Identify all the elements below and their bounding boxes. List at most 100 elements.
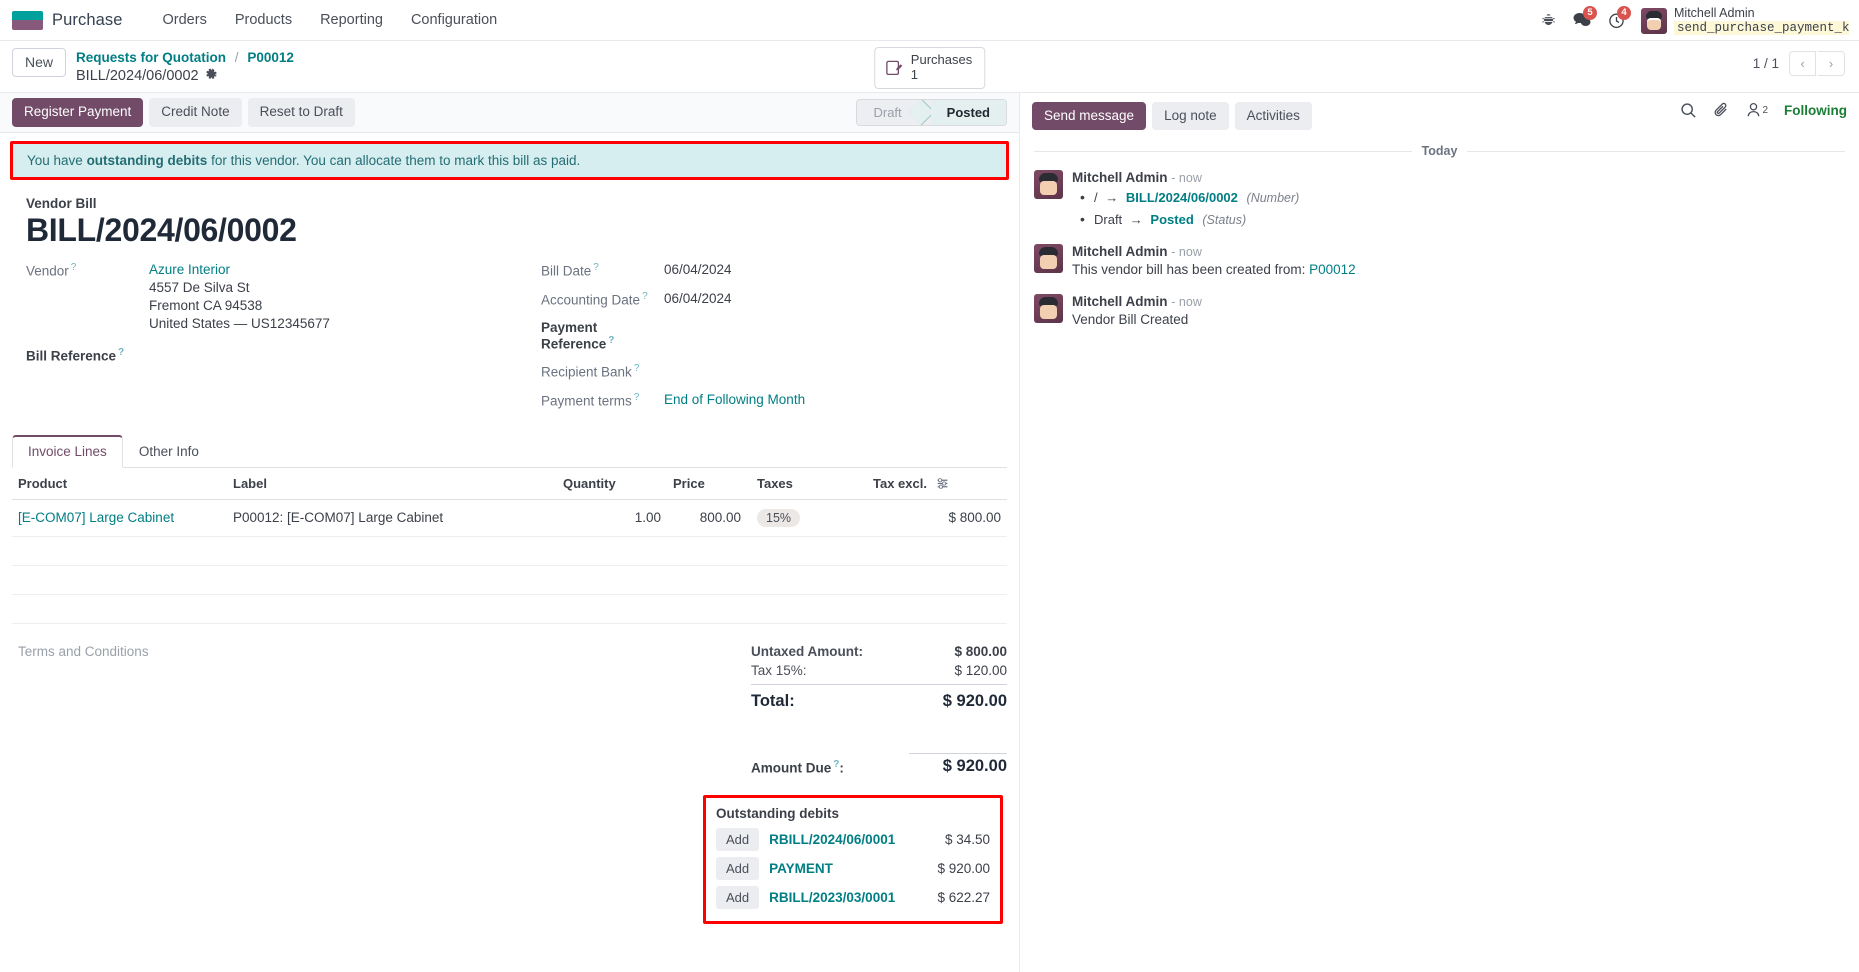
page-title: BILL/2024/06/0002: [26, 211, 297, 248]
untaxed-amount-row: Untaxed Amount: $ 800.00: [751, 642, 1007, 661]
alert-highlight-box: You have outstanding debits for this ven…: [10, 140, 1009, 180]
outstanding-row: Add RBILL/2024/06/0001 $ 34.50: [716, 825, 990, 854]
alert-strong: outstanding debits: [86, 152, 208, 168]
form-action-bar: Register Payment Credit Note Reset to Dr…: [0, 92, 1019, 133]
user-menu[interactable]: Mitchell Admin send_purchase_payment_kn…: [1641, 6, 1849, 35]
activities-button[interactable]: Activities: [1234, 101, 1312, 131]
amount-due-label-text: Amount Due: [751, 760, 832, 776]
help-icon[interactable]: ?: [634, 392, 640, 403]
line-quantity[interactable]: 1.00: [557, 499, 667, 537]
credit-note-button[interactable]: Credit Note: [149, 98, 242, 127]
following-button[interactable]: Following: [1784, 103, 1847, 118]
send-message-button[interactable]: Send message: [1032, 101, 1147, 131]
attachment-icon[interactable]: [1713, 102, 1730, 119]
column-header-label[interactable]: Label: [227, 467, 557, 500]
add-credit-button[interactable]: Add: [716, 885, 760, 909]
accounting-date-value[interactable]: 06/04/2024: [664, 290, 732, 308]
line-product-link[interactable]: [E-COM07] Large Cabinet: [18, 510, 174, 525]
table-row[interactable]: [E-COM07] Large Cabinet P00012: [E-COM07…: [12, 499, 1007, 537]
form-left-column: Vendor? Azure Interior 4557 De Silva St …: [26, 261, 541, 419]
payment-reference-label: Payment Reference?: [541, 319, 664, 352]
tab-invoice-lines[interactable]: Invoice Lines: [12, 434, 123, 468]
column-header-product[interactable]: Product: [12, 467, 227, 500]
table-empty-row: [12, 594, 1007, 624]
app-body: Register Payment Credit Note Reset to Dr…: [0, 92, 1859, 972]
reset-to-draft-button[interactable]: Reset to Draft: [247, 98, 355, 127]
chatter-message: Mitchell Admin - now / → BILL/2024/06/00…: [1020, 170, 1859, 244]
bill-date-value[interactable]: 06/04/2024: [664, 261, 732, 279]
user-name: Mitchell Admin: [1674, 6, 1755, 21]
bug-icon[interactable]: [1533, 6, 1563, 36]
outstanding-credit-name[interactable]: RBILL/2024/06/0001: [769, 832, 945, 847]
app-name[interactable]: Purchase: [52, 11, 123, 30]
messages-icon[interactable]: 5: [1567, 5, 1597, 36]
purchases-smart-button[interactable]: Purchases 1: [873, 47, 986, 89]
help-icon[interactable]: ?: [634, 363, 640, 374]
vendor-name-link[interactable]: Azure Interior: [149, 261, 330, 279]
payment-reference-field-row: Payment Reference?: [541, 319, 993, 352]
column-header-tax-excl[interactable]: Tax excl.: [867, 467, 1007, 500]
recipient-bank-label: Recipient Bank?: [541, 362, 664, 380]
status-stage-posted[interactable]: Posted: [930, 99, 1006, 125]
add-credit-button[interactable]: Add: [716, 827, 760, 851]
log-note-button[interactable]: Log note: [1152, 101, 1229, 131]
line-label[interactable]: P00012: [E-COM07] Large Cabinet: [227, 499, 557, 537]
tab-other-info[interactable]: Other Info: [123, 435, 215, 468]
line-price[interactable]: 800.00: [667, 499, 747, 537]
message-author[interactable]: Mitchell Admin: [1072, 244, 1168, 259]
followers-icon[interactable]: 2: [1746, 102, 1768, 118]
chatter-message: Mitchell Admin - now Vendor Bill Created: [1020, 293, 1859, 344]
register-payment-button[interactable]: Register Payment: [12, 98, 144, 127]
breadcrumb-root[interactable]: Requests for Quotation: [76, 50, 226, 65]
totals-block: Untaxed Amount: $ 800.00 Tax 15%: $ 120.…: [751, 642, 1007, 778]
vendor-field-row: Vendor? Azure Interior 4557 De Silva St …: [26, 261, 541, 332]
tracking-old-value: Draft: [1094, 211, 1123, 227]
clock-icon[interactable]: 4: [1601, 5, 1631, 36]
help-icon[interactable]: ?: [118, 347, 124, 358]
terms-and-conditions-input[interactable]: Terms and Conditions: [12, 642, 751, 778]
outstanding-credit-name[interactable]: PAYMENT: [769, 861, 937, 876]
nav-item-orders[interactable]: Orders: [149, 8, 221, 32]
help-icon[interactable]: ?: [71, 262, 77, 273]
outstanding-credit-name[interactable]: RBILL/2023/03/0001: [769, 890, 937, 905]
help-icon[interactable]: ?: [593, 262, 599, 273]
column-options-icon[interactable]: [931, 477, 949, 491]
column-header-taxes[interactable]: Taxes: [747, 467, 867, 500]
new-button[interactable]: New: [12, 48, 67, 77]
outstanding-debits-alert: You have outstanding debits for this ven…: [13, 143, 1006, 177]
message-timestamp: - now: [1171, 245, 1202, 260]
notebook: Invoice Lines Other Info Product Label Q…: [0, 434, 1019, 624]
breadcrumb-parent[interactable]: P00012: [247, 50, 294, 65]
message-author[interactable]: Mitchell Admin: [1072, 170, 1168, 185]
nav-item-products[interactable]: Products: [221, 8, 306, 32]
amount-due-suffix: :: [839, 760, 844, 776]
recipient-bank-field-row: Recipient Bank?: [541, 362, 993, 380]
nav-item-configuration[interactable]: Configuration: [397, 8, 511, 32]
invoice-lines-table: Product Label Quantity Price Taxes Tax e…: [12, 467, 1007, 624]
add-credit-button[interactable]: Add: [716, 856, 760, 880]
chatter-tools: 2 Following: [1680, 102, 1847, 119]
message-author[interactable]: Mitchell Admin: [1072, 294, 1168, 309]
outstanding-row: Add RBILL/2023/03/0001 $ 622.27: [716, 883, 990, 912]
bill-date-label: Bill Date?: [541, 261, 664, 279]
form-sheet: Vendor Bill BILL/2024/06/0002 Vendor? Az…: [0, 180, 1019, 420]
message-link[interactable]: P00012: [1309, 262, 1356, 277]
column-header-price[interactable]: Price: [667, 467, 747, 500]
tracking-value-item: Draft → Posted (Status): [1072, 208, 1845, 231]
message-body: Vendor Bill Created: [1072, 310, 1845, 330]
total-row: Total: $ 920.00: [751, 687, 1007, 713]
payment-terms-value[interactable]: End of Following Month: [664, 392, 805, 407]
tracking-field-name: (Status): [1202, 212, 1247, 227]
payment-terms-label: Payment terms?: [541, 391, 664, 409]
pager-previous-button[interactable]: ‹: [1789, 51, 1816, 76]
search-icon[interactable]: [1680, 102, 1697, 119]
pager-next-button[interactable]: ›: [1818, 51, 1845, 76]
form-fields: Vendor? Azure Interior 4557 De Silva St …: [26, 261, 993, 419]
line-tax-badge[interactable]: 15%: [757, 508, 801, 527]
nav-item-reporting[interactable]: Reporting: [306, 8, 397, 32]
help-icon[interactable]: ?: [642, 291, 648, 302]
gear-icon[interactable]: [205, 68, 218, 86]
column-header-quantity[interactable]: Quantity: [557, 467, 667, 500]
bill-date-field-row: Bill Date? 06/04/2024: [541, 261, 993, 279]
help-icon[interactable]: ?: [608, 335, 614, 346]
